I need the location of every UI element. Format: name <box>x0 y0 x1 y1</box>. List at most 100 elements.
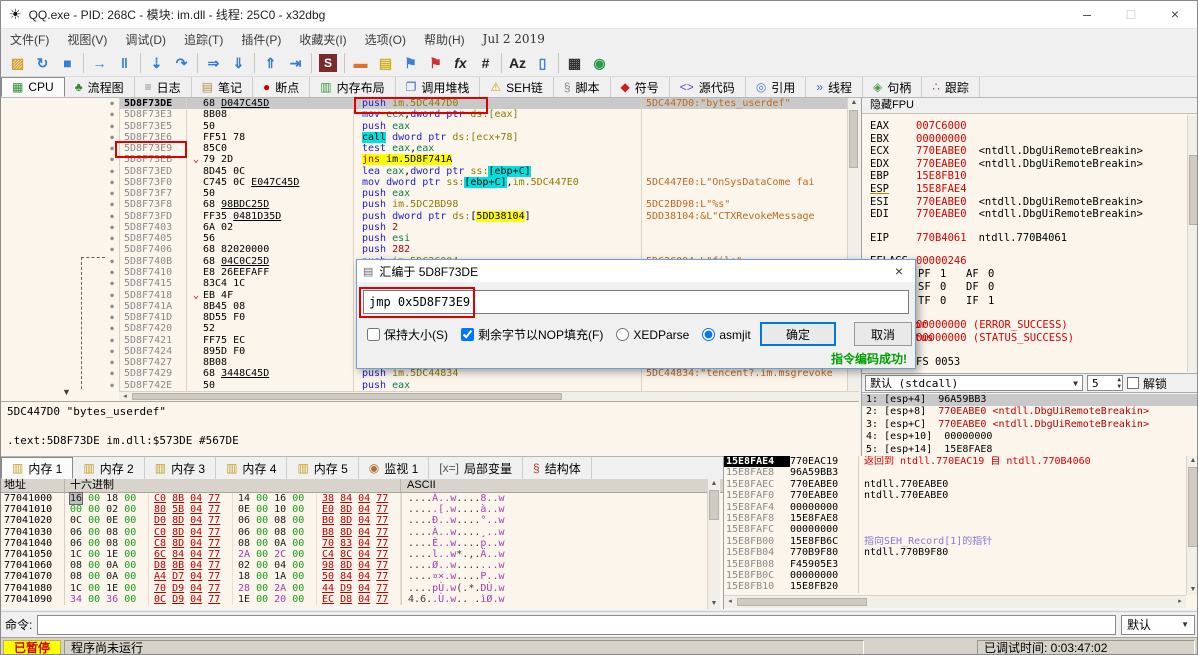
address-column-header[interactable]: 地址 <box>1 479 65 492</box>
disasm-hscrollbar[interactable]: ◂ <box>119 391 859 401</box>
register-row[interactable]: EBP 15E8FB10 <box>870 170 1197 183</box>
stack-hscrollbar[interactable]: ◂ ▸ <box>724 595 1186 608</box>
memory-row[interactable]: 77041090 34 00 36 00 0C D9 04 77 1E 00 20… <box>1 593 723 605</box>
run-until-icon[interactable]: ⇒ <box>201 52 226 74</box>
last-status-row[interactable]: LastStatus00000000 (STATUS_SUCCESS) <box>870 332 1197 345</box>
cancel-button[interactable]: 取消 <box>854 322 912 346</box>
restart-icon[interactable]: ↻ <box>30 52 55 74</box>
disasm-row[interactable]: ● 5D8F73E9 85C0 test eax,eax <box>1 143 859 155</box>
disasm-row[interactable]: ● 5D8F7406 68 82020000 push 282 <box>1 244 859 256</box>
argument-row[interactable]: 2: [esp+8] 770EABE0 <ntdll.DbgUiRemoteBr… <box>862 406 1197 418</box>
register-row[interactable]: ESP 15E8FAE4 <box>870 183 1197 196</box>
breakpoint-dot-icon[interactable]: ● <box>105 346 119 357</box>
last-error-row[interactable]: LastError00000000 (ERROR_SUCCESS) <box>870 319 1197 332</box>
flags-row[interactable]: ZF1PF1AF0 <box>870 268 1197 282</box>
minimize-button[interactable]: – <box>1065 1 1109 29</box>
tab-symbols[interactable]: ◆ 符号 <box>611 77 670 97</box>
stack-row[interactable]: 15E8FAE4 770EAC19 返回到 ntdll.770EAC19 自 ntd… <box>724 456 1197 468</box>
tab-struct[interactable]: § 结构体 <box>523 457 592 479</box>
breakpoint-dot-icon[interactable]: ● <box>105 278 119 289</box>
tab-breakpoints[interactable]: ● 断点 <box>253 77 311 97</box>
menu-item[interactable]: 选项(O) <box>356 31 415 48</box>
tab-script[interactable]: § 脚本 <box>554 77 611 97</box>
tab-call-stack[interactable]: ❐ 调用堆栈 <box>396 77 481 97</box>
globe-icon[interactable]: ◉ <box>587 52 612 74</box>
menu-item[interactable]: 视图(V) <box>58 31 116 48</box>
tab-dump-2[interactable]: ▥ 内存 2 <box>73 457 145 479</box>
breakpoint-dot-icon[interactable]: ● <box>105 177 119 188</box>
tab-seh[interactable]: ⚠ SEH链 <box>480 77 554 97</box>
memory-row[interactable]: 77041020 0C 00 0E 00 D0 8D 04 77 06 00 08… <box>1 515 723 527</box>
step-over-icon[interactable]: ↷ <box>169 52 194 74</box>
tab-cpu[interactable]: ▦ CPU <box>1 77 65 97</box>
breakpoint-dot-icon[interactable]: ● <box>105 301 119 312</box>
step-into-icon[interactable]: ⇣ <box>144 52 169 74</box>
stack-row[interactable]: 15E8FB04 770B9F80 ntdll.770B9F80 <box>724 547 1197 559</box>
tab-locals[interactable]: [x=] 局部变量 <box>429 457 523 479</box>
breakpoint-dot-icon[interactable]: ● <box>105 166 119 177</box>
tab-graph[interactable]: ♣ 流程图 <box>65 77 135 97</box>
breakpoint-dot-icon[interactable]: ● <box>105 256 119 267</box>
register-row[interactable]: ESI 770EABE0 <ntdll.DbgUiRemoteBreakin> <box>870 196 1197 209</box>
disasm-row[interactable]: ● 5D8F742E 50 push eax <box>1 379 859 391</box>
memory-vscrollbar[interactable]: ▲ ▼ <box>707 479 720 609</box>
asmjit-radio[interactable]: asmjit <box>702 328 751 342</box>
tab-trace[interactable]: ∴ 跟踪 <box>922 77 980 97</box>
stack-row[interactable]: 15E8FB10 15E8FB20 <box>724 581 1197 593</box>
register-row[interactable]: EFLAGS00000246 <box>870 255 1197 268</box>
attach-icon[interactable]: ⇥ <box>283 52 308 74</box>
memory-row[interactable]: 77041040 06 00 08 00 C8 8D 04 77 08 00 0A… <box>1 537 723 549</box>
memory-row[interactable]: 77041070 08 00 0A 00 A4 D7 04 77 18 00 1A… <box>1 571 723 583</box>
ok-button[interactable]: 确定 <box>760 322 836 346</box>
disasm-row[interactable]: ● 5D8F73EB ⌄ 79 2D jns im.5D8F741A <box>1 154 859 166</box>
disasm-row[interactable]: ● 5D8F73F0 C745 0C E047C45D mov dword ptr … <box>1 176 859 189</box>
step-out-icon[interactable]: ⇓ <box>226 52 251 74</box>
tab-handles[interactable]: ◈ 句柄 <box>863 77 923 97</box>
menu-item[interactable]: 调试(D) <box>116 31 175 48</box>
stack-row[interactable]: 15E8FAFC 00000000 <box>724 524 1197 536</box>
breakpoint-dot-icon[interactable]: ● <box>105 132 119 143</box>
tab-log[interactable]: ≡ 日志 <box>135 77 192 97</box>
keep-size-checkbox[interactable]: 保持大小(S) <box>367 326 448 343</box>
pause-icon[interactable]: ‖ <box>112 52 137 74</box>
stack-vscrollbar[interactable]: ▲ ▼ <box>1186 456 1197 595</box>
register-row[interactable]: EAX 007C6000 <box>870 120 1197 133</box>
menu-item[interactable]: 收藏夹(I) <box>290 31 355 48</box>
stack-row[interactable]: 15E8FAF0 770EABE0 ntdll.770EABE0 <box>724 490 1197 502</box>
breakpoint-dot-icon[interactable]: ● <box>105 290 119 301</box>
tab-notes[interactable]: ▤ 笔记 <box>192 77 253 97</box>
breakpoint-dot-icon[interactable]: ● <box>105 121 119 132</box>
breakpoint-dot-icon[interactable]: ● <box>105 357 119 368</box>
breakpoint-dot-icon[interactable]: ● <box>105 368 119 379</box>
breakpoint-dot-icon[interactable]: ● <box>105 199 119 210</box>
hash-icon[interactable]: # <box>473 52 498 74</box>
breakpoint-dot-icon[interactable]: ● <box>105 98 119 109</box>
argument-row[interactable]: 1: [esp+4] 96A59BB3 <box>862 394 1197 407</box>
breakpoint-dot-icon[interactable]: ● <box>105 323 119 334</box>
stop-icon[interactable]: ■ <box>55 52 80 74</box>
argument-row[interactable]: 5: [esp+14] 15E8FAE8 <box>862 444 1197 456</box>
menu-item[interactable]: 追踪(T) <box>175 31 232 48</box>
breakpoint-dot-icon[interactable]: ● <box>105 109 119 120</box>
xedparse-radio[interactable]: XEDParse <box>616 328 689 342</box>
disasm-row[interactable]: ● 5D8F7405 56 push esi <box>1 233 859 245</box>
hide-fpu-button[interactable]: 隐藏FPU <box>862 98 1197 114</box>
disasm-row[interactable]: ● 5D8F73E6 FF51 78 call dword ptr ds:[ecx+… <box>1 131 859 144</box>
register-row[interactable]: ECX 770EABE0 <ntdll.DbgUiRemoteBreakin> <box>870 145 1197 158</box>
command-preset-select[interactable]: 默认 ▼ <box>1121 614 1195 635</box>
unlock-checkbox[interactable] <box>1127 377 1139 389</box>
tab-memory-map[interactable]: ▥ 内存布局 <box>310 77 396 97</box>
arg-count-stepper[interactable]: 5 ▲ ▼ <box>1087 375 1123 391</box>
tab-dump-4[interactable]: ▥ 内存 4 <box>216 457 288 479</box>
stack-row[interactable]: 15E8FAE8 96A59BB3 <box>724 467 1197 479</box>
memory-row[interactable]: 77041030 06 00 08 00 C0 8D 04 77 06 00 08… <box>1 526 723 538</box>
scylla-icon[interactable]: S <box>319 53 337 72</box>
tab-references[interactable]: ◎ 引用 <box>746 77 807 97</box>
disasm-row[interactable]: ● 5D8F73DE 68 D047C45D push im.5DC447D0 5DC… <box>1 98 859 110</box>
argument-row[interactable]: 4: [esp+10] 00000000 <box>862 431 1197 443</box>
breakpoint-dot-icon[interactable]: ● <box>105 211 119 222</box>
breakpoint-dot-icon[interactable]: ● <box>105 154 119 165</box>
segment-row[interactable]: GS 002BFS 0053 <box>870 356 1197 369</box>
open-file-icon[interactable]: ▨ <box>5 52 30 74</box>
stack-row[interactable]: 15E8FB0C 00000000 <box>724 569 1197 582</box>
